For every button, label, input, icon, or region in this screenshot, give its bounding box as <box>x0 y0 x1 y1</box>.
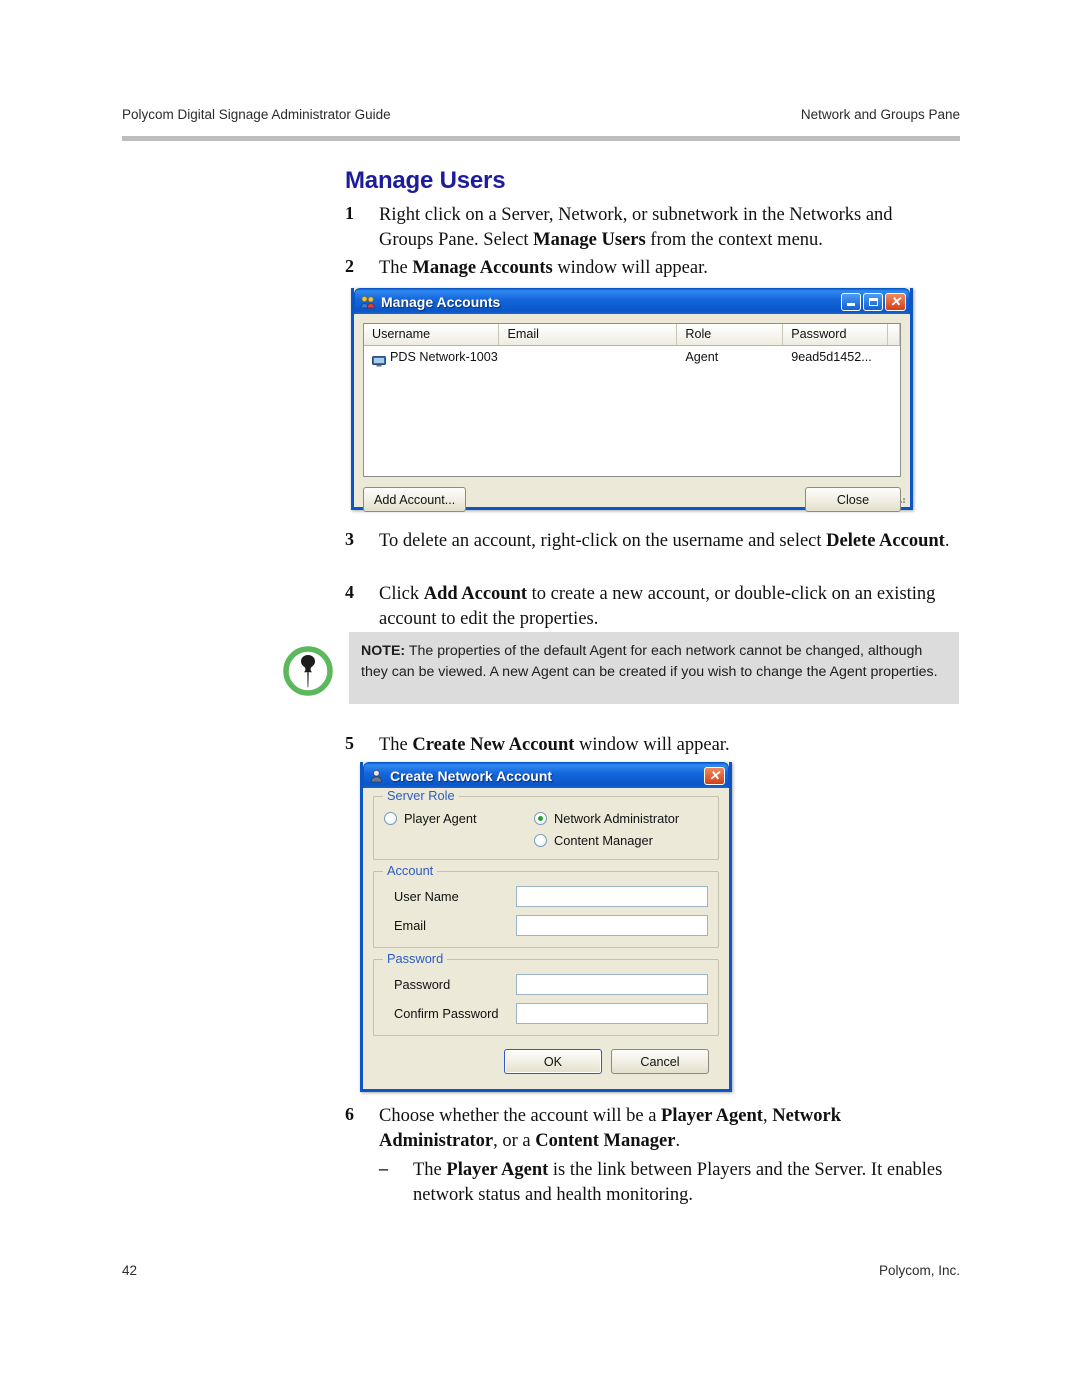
note-box: NOTE: The properties of the default Agen… <box>349 632 959 704</box>
account-group-label: Account <box>383 863 438 878</box>
table-row[interactable]: PDS Network-1003... Agent 9ead5d1452... <box>364 346 900 368</box>
monitor-icon <box>372 352 386 367</box>
users-icon <box>360 295 376 309</box>
window-controls[interactable]: ✕ <box>704 766 725 785</box>
cell-spacer <box>888 346 900 368</box>
manage-accounts-footer: Add Account... Close <box>354 477 910 512</box>
close-button[interactable]: Close <box>805 487 901 512</box>
column-header-role[interactable]: Role <box>677 324 784 345</box>
step-text: Choose whether the account will be a Pla… <box>379 1106 842 1151</box>
cell-username-text: PDS Network-1003... <box>390 350 500 364</box>
step-number: 1 <box>345 203 354 223</box>
password-input[interactable] <box>516 974 708 995</box>
radio-content-manager[interactable]: Content Manager <box>534 833 679 848</box>
bullet-dash: – <box>379 1158 388 1178</box>
step-text: To delete an account, right-click on the… <box>379 531 950 551</box>
cell-password: 9ead5d1452... <box>791 350 872 364</box>
page-header: Polycom Digital Signage Administrator Gu… <box>122 107 960 122</box>
step-number: 6 <box>345 1104 354 1124</box>
note-label: NOTE: <box>361 643 406 659</box>
cell-role: Agent <box>685 350 719 364</box>
step-1: 1 Right click on a Server, Network, or s… <box>345 203 945 253</box>
header-section-name: Network and Groups Pane <box>800 107 960 122</box>
account-group: Account User Name Email <box>373 863 719 948</box>
page-title: Manage Users <box>345 167 506 194</box>
radio-icon-selected[interactable] <box>534 812 547 825</box>
user-name-input[interactable] <box>516 886 708 907</box>
step-3: 3 To delete an account, right-click on t… <box>345 529 960 554</box>
sub-bullet-player-agent: – The Player Agent is the link between P… <box>379 1158 969 1208</box>
page-number: 42 <box>122 1263 138 1278</box>
email-label: Email <box>394 918 426 933</box>
cell-username: PDS Network-1003... <box>364 346 499 368</box>
create-account-body: Server Role Player Agent Network Adminis… <box>363 788 729 1074</box>
radio-label: Player Agent <box>404 811 477 826</box>
confirm-password-row: Confirm Password <box>384 1003 708 1024</box>
step-number: 5 <box>345 733 354 753</box>
step-number: 4 <box>345 582 354 602</box>
password-label: Password <box>394 977 451 992</box>
password-group-label: Password <box>383 951 448 966</box>
sub-bullet-text: The Player Agent is the link between Pla… <box>413 1160 943 1205</box>
cell-email <box>499 346 677 368</box>
footer-company: Polycom, Inc. <box>878 1263 960 1278</box>
ok-button[interactable]: OK <box>504 1049 602 1074</box>
create-network-account-window[interactable]: Create Network Account ✕ Server Role Pla… <box>360 762 732 1092</box>
create-account-titlebar[interactable]: Create Network Account ✕ <box>363 762 729 788</box>
close-icon[interactable]: ✕ <box>704 766 725 785</box>
radio-player-agent[interactable]: Player Agent <box>384 811 534 826</box>
radio-network-administrator[interactable]: Network Administrator <box>534 811 679 826</box>
accounts-list-view[interactable]: Username Email Role Password PDS Network… <box>363 323 901 477</box>
resize-grip[interactable] <box>896 494 906 504</box>
minimize-icon[interactable] <box>841 292 861 311</box>
column-header-username[interactable]: Username <box>364 324 500 345</box>
step-6: 6 Choose whether the account will be a P… <box>345 1104 945 1154</box>
note-pin-icon <box>280 643 336 699</box>
step-2: 2 The Manage Accounts window will appear… <box>345 256 945 281</box>
step-number: 2 <box>345 256 354 276</box>
create-account-title: Create Network Account <box>390 767 553 784</box>
manage-accounts-titlebar[interactable]: Manage Accounts ✕ <box>354 288 910 314</box>
note-text: NOTE: The properties of the default Agen… <box>361 641 945 683</box>
user-icon <box>369 769 385 783</box>
accounts-list-header: Username Email Role Password <box>364 324 900 346</box>
manage-accounts-body: Username Email Role Password PDS Network… <box>354 314 910 477</box>
header-divider <box>122 136 960 141</box>
add-account-button[interactable]: Add Account... <box>363 487 467 512</box>
radio-label: Network Administrator <box>554 811 680 826</box>
email-row: Email <box>384 915 708 936</box>
password-group: Password Password Confirm Password <box>373 951 719 1036</box>
maximize-icon[interactable] <box>863 292 883 311</box>
server-role-label: Server Role <box>383 788 459 803</box>
server-role-group: Server Role Player Agent Network Adminis… <box>373 788 719 860</box>
step-4: 4 Click Add Account to create a new acco… <box>345 582 963 632</box>
step-text: The Manage Accounts window will appear. <box>379 258 708 278</box>
close-icon[interactable]: ✕ <box>885 292 906 311</box>
column-header-spacer <box>888 324 900 345</box>
manage-accounts-title: Manage Accounts <box>381 293 501 310</box>
cancel-button[interactable]: Cancel <box>611 1049 709 1074</box>
confirm-password-label: Confirm Password <box>394 1006 499 1021</box>
confirm-password-input[interactable] <box>516 1003 708 1024</box>
radio-icon[interactable] <box>384 812 397 825</box>
window-controls[interactable]: ✕ <box>841 292 906 311</box>
step-text: Click Add Account to create a new accoun… <box>379 584 936 629</box>
step-text: Right click on a Server, Network, or sub… <box>379 205 893 250</box>
step-text: The Create New Account window will appea… <box>379 735 730 755</box>
column-header-email[interactable]: Email <box>499 324 678 345</box>
step-number: 3 <box>345 529 354 549</box>
user-name-row: User Name <box>384 886 708 907</box>
user-name-label: User Name <box>394 889 459 904</box>
page-footer: 42 Polycom, Inc. <box>122 1263 960 1278</box>
create-account-footer: OK Cancel <box>373 1047 719 1074</box>
password-row: Password <box>384 974 708 995</box>
radio-icon[interactable] <box>534 834 547 847</box>
radio-label: Content Manager <box>554 833 653 848</box>
note-body: The properties of the default Agent for … <box>361 643 938 680</box>
step-5: 5 The Create New Account window will app… <box>345 733 945 758</box>
header-guide-title: Polycom Digital Signage Administrator Gu… <box>122 107 391 122</box>
email-input[interactable] <box>516 915 708 936</box>
manage-accounts-window[interactable]: Manage Accounts ✕ Username Email Role Pa… <box>351 288 913 512</box>
column-header-password[interactable]: Password <box>783 324 889 345</box>
